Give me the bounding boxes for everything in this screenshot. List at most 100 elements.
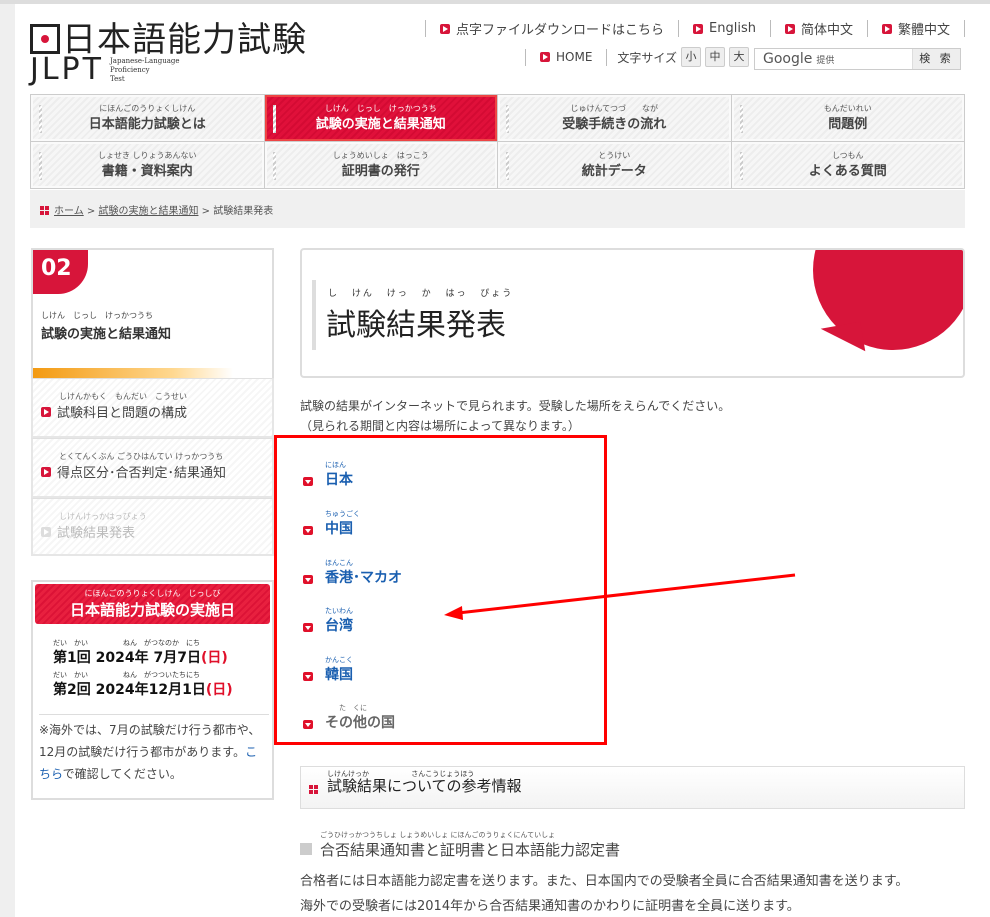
exam-date-row: だい かい ねん がつついたちにち 第2回 2024年12月1日(日)	[53, 670, 233, 699]
breadcrumb-home[interactable]: ホーム	[54, 206, 84, 217]
section-number-badge: 02	[33, 250, 88, 294]
page-title-ruby: し けん けっ か はっ ぴょう	[328, 289, 514, 299]
provided-label: 提供	[816, 56, 835, 66]
gray-square-icon	[300, 843, 312, 855]
sidebar-item-results[interactable]: しけんけっかはっぴょう試験結果発表	[31, 498, 274, 556]
traditional-chinese-link[interactable]: 繁體中文	[866, 20, 965, 38]
intro-line: （見られる期間と内容は場所によって異なります。）	[300, 419, 580, 433]
country-link-korea[interactable]: かんこく 韓国	[303, 655, 353, 684]
orange-bar	[33, 368, 233, 378]
logo-subtitle: Japanese-Language Proficiency Test	[110, 57, 180, 84]
nav-ruby: しょうめいしょ はっこう	[332, 151, 429, 160]
arrow-icon	[440, 23, 450, 34]
page-title: 試験結果発表	[326, 308, 506, 343]
nav-label: よくある質問	[808, 164, 887, 179]
country-link-hongkong-macau[interactable]: ほんこん 香港･マカオ	[303, 558, 402, 587]
reference-title: 試験結果についての参考情報	[327, 777, 522, 795]
nav-ruby: とうけい	[598, 151, 631, 160]
home-link[interactable]: HOME	[525, 48, 608, 66]
search-button[interactable]: 検 索	[912, 49, 960, 69]
subheading-ruby: ごうひけっかつうちしょ しょうめいしょ にほんごのうりょくにんていしょ	[320, 831, 556, 839]
nav-item-procedure[interactable]: じゅけんてつづ なが受験手続きの流れ	[498, 95, 731, 141]
nav-label: 受験手続きの流れ	[562, 117, 667, 132]
english-link[interactable]: English	[678, 20, 770, 37]
nav-item-certificate[interactable]: しょうめいしょ はっこう 証明書の発行	[264, 142, 497, 188]
nav-item-exam-results[interactable]: しけん じっし けっかつうち 試験の実施と結果通知	[264, 95, 497, 141]
logo-sub-line: Proficiency	[110, 66, 150, 74]
nav-ruby: しょせき しりょうあんない	[97, 151, 197, 160]
font-size-small-button[interactable]: 小	[681, 47, 702, 67]
country-label: 香港･マカオ	[325, 570, 402, 586]
weekday: (日)	[200, 650, 228, 666]
exam-dates-box: にほんごのうりょくしけん じっしび 日本語能力試験の実施日 だい かい ねん がつ…	[31, 580, 274, 800]
simplified-chinese-link[interactable]: 简体中文	[769, 20, 867, 38]
logo-flag-icon	[30, 24, 60, 54]
country-link-japan[interactable]: にほん 日本	[303, 460, 353, 489]
intro-line: 試験の結果がインターネットで見られます。受験した場所をえらんでください。	[300, 399, 731, 413]
font-size-large-button[interactable]: 大	[729, 47, 750, 67]
exam-dates-header: にほんごのうりょくしけん じっしび 日本語能力試験の実施日	[35, 584, 270, 624]
section-icon	[309, 785, 318, 794]
top-links: 点字ファイルダウンロードはこちら English 简体中文 繁體中文	[425, 20, 965, 38]
year: 2024年	[95, 682, 149, 698]
note-text: で確認してください。	[62, 767, 182, 781]
title-bar	[312, 280, 316, 350]
nav-label: 統計データ	[581, 164, 647, 179]
intro-text: 試験の結果がインターネットで見られます。受験した場所をえらんでください。 （見られ…	[300, 396, 730, 436]
arrow-icon	[540, 52, 550, 62]
subheading: ごうひけっかつうちしょ しょうめいしょ にほんごのうりょくにんていしょ合否結果通…	[300, 830, 620, 860]
country-link-taiwan[interactable]: たいわん 台湾	[303, 606, 353, 635]
country-label: 中国	[325, 521, 353, 537]
date: 12月1日	[148, 682, 206, 698]
country-link-other[interactable]: た くに その他の国	[303, 703, 395, 732]
date: 7月7日	[153, 650, 201, 666]
down-arrow-icon	[303, 575, 313, 584]
country-label: 韓国	[325, 667, 353, 683]
subheading-title: 合否結果通知書と証明書と日本語能力認定書	[320, 841, 621, 859]
font-size-medium-button[interactable]: 中	[705, 47, 726, 67]
sidebar-item-ruby: しけんけっかはっぴょう	[59, 512, 147, 521]
country-ruby: にほん	[325, 461, 346, 469]
link-label: 简体中文	[800, 23, 853, 38]
round: 第1回	[53, 650, 91, 666]
country-ruby: たいわん	[325, 607, 353, 615]
braille-download-link[interactable]: 点字ファイルダウンロードはこちら	[425, 20, 678, 38]
search-input[interactable]: Google 提供	[755, 49, 912, 69]
round: 第2回	[53, 682, 91, 698]
utility-row: HOME 文字サイズ 小 中 大	[525, 47, 750, 67]
nav-item-books[interactable]: しょせき しりょうあんない 書籍・資料案内	[31, 142, 264, 188]
link-label: English	[709, 21, 756, 36]
search-box: Google 提供 検 索	[754, 48, 961, 70]
sidebar-item-scoring[interactable]: とくてんくぶん ごうひはんてい けっかつうち 得点区分･合否判定･結果通知	[31, 438, 274, 498]
nav-ruby: じゅけんてつづ なが	[570, 104, 658, 113]
nav-ruby: しけん じっし けっかつうち	[324, 104, 437, 113]
sidebar-item-ruby: しけんかもく もんだい こうせい	[59, 392, 187, 401]
breadcrumb-current: 試験結果発表	[213, 206, 274, 217]
country-link-china[interactable]: ちゅうごく 中国	[303, 509, 360, 538]
google-label: Google	[763, 51, 813, 67]
sidebar-item-label: 得点区分･合否判定･結果通知	[57, 466, 227, 481]
down-arrow-icon	[303, 672, 313, 681]
nav-item-faq[interactable]: しつもん よくある質問	[731, 142, 964, 188]
country-label: 台湾	[325, 618, 353, 634]
annotation-highlight-box: にほん 日本 ちゅうごく 中国 ほんこん 香港･マカオ たいわん台湾 かんこく 韓国 た…	[274, 435, 607, 745]
link-label: 点字ファイルダウンロードはこちら	[456, 23, 665, 38]
nav-ruby: もんだいれい	[823, 104, 872, 113]
nav-item-statistics[interactable]: とうけい 統計データ	[498, 142, 731, 188]
breadcrumb-section[interactable]: 試験の実施と結果通知	[98, 206, 198, 217]
nav-item-about[interactable]: にほんごのうりょくしけん 日本語能力試験とは	[31, 95, 264, 141]
logo-jlpt: JLPT	[30, 52, 104, 87]
weekday: (日)	[205, 682, 233, 698]
sidebar-item-label: 試験結果発表	[57, 526, 136, 541]
paragraph: 海外での受験者には2014年から合否結果通知書のかわりに証明書を全員に送ります。	[300, 899, 800, 914]
dates-note: ※海外では、7月の試験だけ行う都市や、12月の試験だけ行う都市があります。こちら…	[39, 714, 269, 785]
sidebar-item-subjects[interactable]: しけんかもく もんだい こうせい試験科目と問題の構成	[31, 378, 274, 438]
nav-item-sample-questions[interactable]: もんだいれい 問題例	[731, 95, 964, 141]
top-strip	[0, 0, 990, 4]
page-margin	[0, 0, 15, 917]
sidebar-item-label: 試験科目と問題の構成	[57, 406, 188, 421]
down-arrow-icon	[303, 720, 313, 729]
note-text: ※海外では、7月の試験だけ行う都市や、12月の試験だけ行う都市があります。	[39, 723, 261, 759]
link-label: 繁體中文	[897, 23, 950, 38]
dates-ruby: にほんごのうりょくしけん じっしび	[84, 589, 221, 598]
